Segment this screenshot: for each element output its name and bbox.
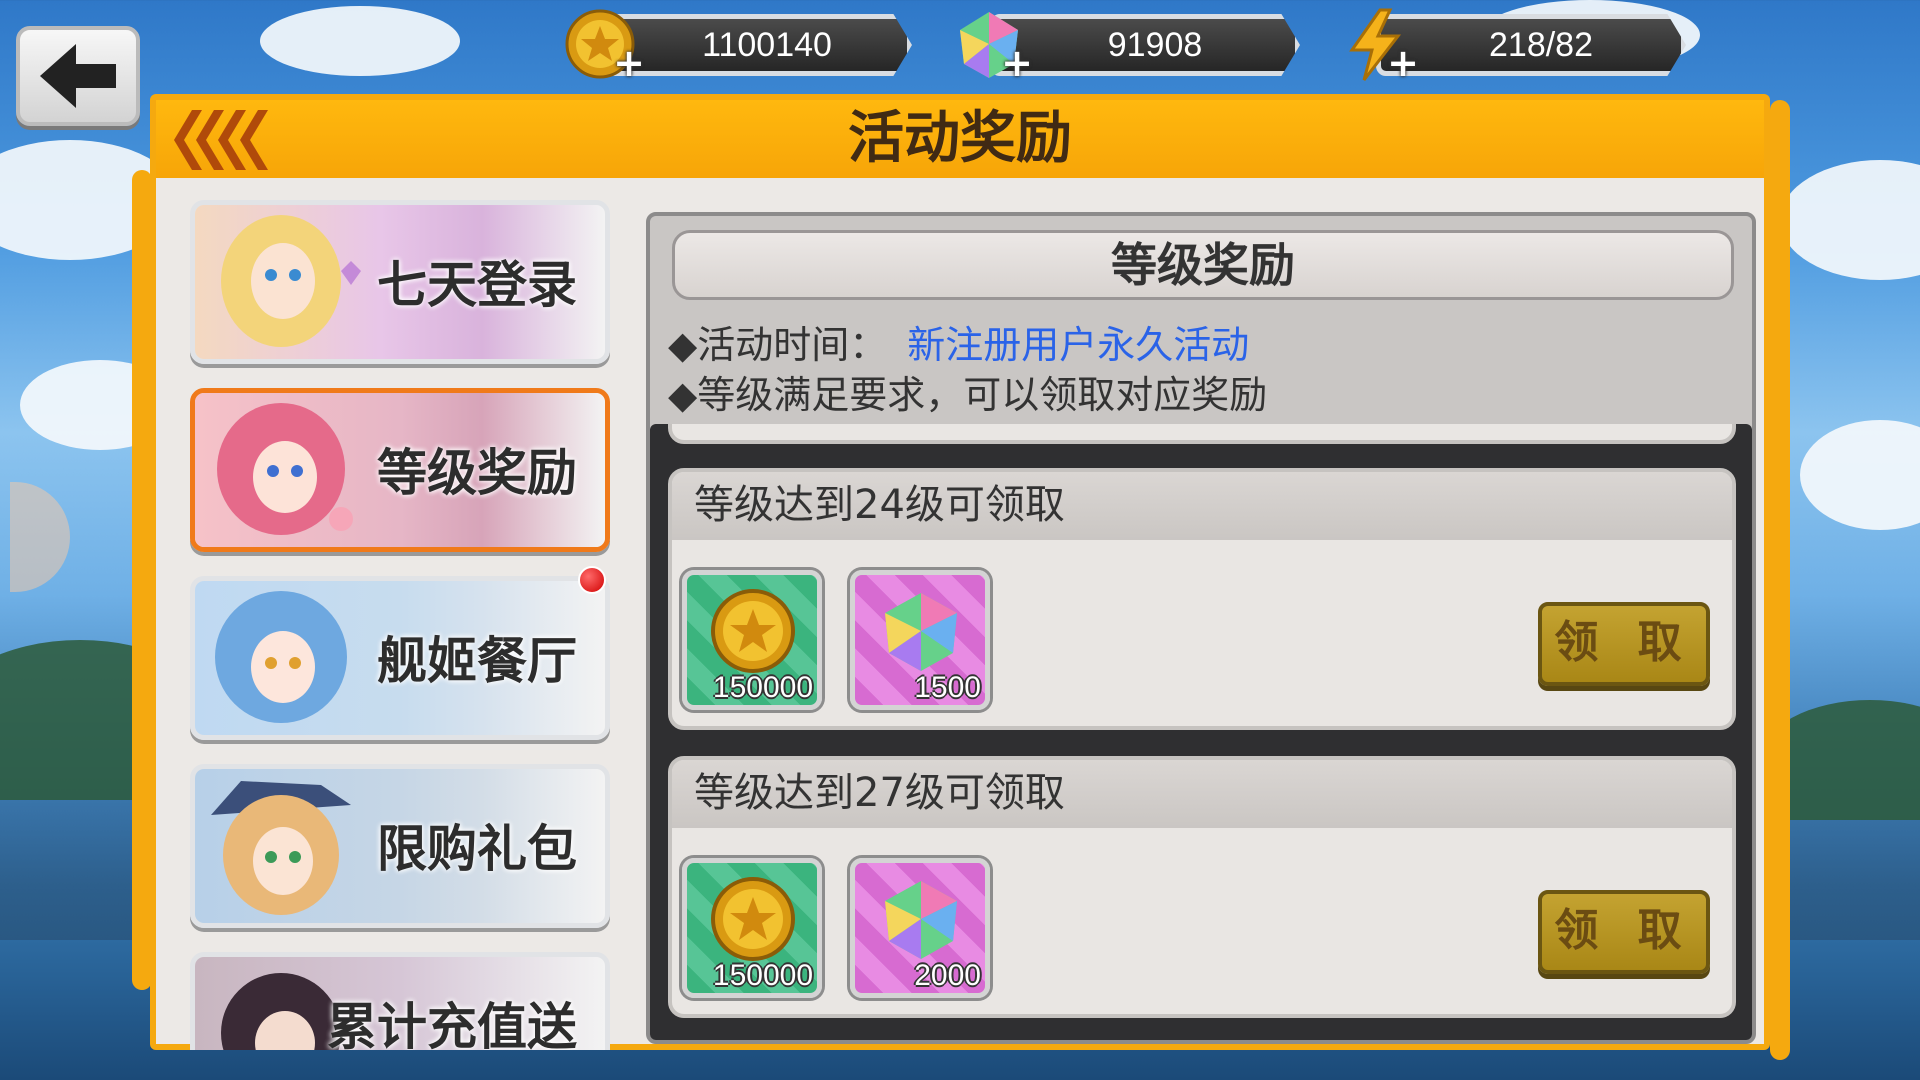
back-arrow-icon — [40, 44, 116, 108]
tab-seven-day-login[interactable]: 七天登录 — [190, 200, 610, 364]
gem-counter[interactable]: + 91908 — [950, 6, 1300, 84]
gold-value: 1100140 — [702, 26, 832, 64]
back-button[interactable] — [16, 26, 140, 126]
reward-row: 等级达到27级可领取 150000 2000 领 取 — [668, 756, 1736, 1018]
reward-item-gold[interactable]: 150000 — [682, 858, 822, 998]
energy-counter[interactable]: + 218/82 — [1336, 6, 1686, 84]
reward-item-gem[interactable]: 1500 — [850, 570, 990, 710]
character-portrait-icon — [215, 591, 347, 723]
tab-cumulative-recharge[interactable]: 累计充值送 — [190, 952, 610, 1050]
event-time-label: ◆活动时间： — [668, 323, 888, 367]
reward-requirement: 等级达到24级可领取 — [672, 472, 1732, 540]
add-energy-icon[interactable]: + — [1386, 44, 1420, 82]
event-tab-list[interactable]: 七天登录 等级奖励 舰姬餐厅 限购礼包 累计充值送 — [186, 200, 616, 1050]
claim-button[interactable]: 领 取 — [1538, 890, 1710, 974]
gold-coin-icon — [711, 877, 795, 961]
reward-amount: 150000 — [712, 671, 813, 704]
panel-header: 活动奖励 — [156, 100, 1764, 178]
tab-limited-packs[interactable]: 限购礼包 — [190, 764, 610, 928]
tab-label: 累计充值送 — [327, 998, 577, 1050]
reward-requirement: 等级达到27级可领取 — [672, 760, 1732, 828]
content-title: 等级奖励 — [672, 230, 1734, 300]
reward-item-gem[interactable]: 2000 — [850, 858, 990, 998]
rainbow-gem-icon — [885, 881, 957, 959]
rainbow-gem-icon — [885, 593, 957, 671]
reward-item-gold[interactable]: 150000 — [682, 570, 822, 710]
tab-level-rewards[interactable]: 等级奖励 — [190, 388, 610, 552]
level-rewards-content: 等级奖励 ◆活动时间： 新注册用户永久活动 ◆等级满足要求，可以领取对应奖励 等级… — [646, 212, 1756, 1044]
event-note: ◆等级满足要求，可以领取对应奖励 — [668, 373, 1268, 417]
claim-button[interactable]: 领 取 — [1538, 602, 1710, 686]
tab-label: 七天登录 — [377, 256, 577, 314]
character-portrait-icon — [211, 781, 351, 915]
tab-label: 等级奖励 — [377, 444, 577, 502]
tab-ship-restaurant[interactable]: 舰姬餐厅 — [190, 576, 610, 740]
energy-value: 218/82 — [1489, 26, 1593, 64]
notification-badge — [578, 566, 606, 594]
add-gold-icon[interactable]: + — [612, 44, 646, 82]
reward-amount: 150000 — [712, 959, 813, 992]
add-gems-icon[interactable]: + — [1000, 44, 1034, 82]
event-time-line: ◆活动时间： 新注册用户永久活动 — [668, 314, 1249, 369]
tab-label: 限购礼包 — [377, 820, 577, 878]
event-rewards-panel: 活动奖励 七天登录 等级奖励 舰姬餐厅 限购礼包 累计充值送 等级奖励 ◆活动时… — [150, 94, 1770, 1050]
side-scroll-arrow[interactable] — [10, 482, 70, 592]
reward-row: 等级达到24级可领取 150000 1500 领 取 — [668, 468, 1736, 730]
tab-label: 舰姬餐厅 — [377, 632, 577, 690]
event-time-value: 新注册用户永久活动 — [907, 323, 1250, 367]
reward-amount: 1500 — [914, 671, 981, 704]
gem-value: 91908 — [1107, 26, 1203, 64]
reward-row-partial — [668, 424, 1736, 444]
reward-list[interactable]: 等级达到24级可领取 150000 1500 领 取 等级达到27级可领取 15… — [650, 424, 1752, 1040]
character-portrait-icon — [217, 403, 353, 535]
gold-coin-icon — [711, 589, 795, 673]
gold-counter[interactable]: + 1100140 — [562, 6, 912, 84]
reward-amount: 2000 — [914, 959, 981, 992]
panel-title: 活动奖励 — [848, 106, 1072, 171]
character-portrait-icon — [221, 215, 361, 347]
